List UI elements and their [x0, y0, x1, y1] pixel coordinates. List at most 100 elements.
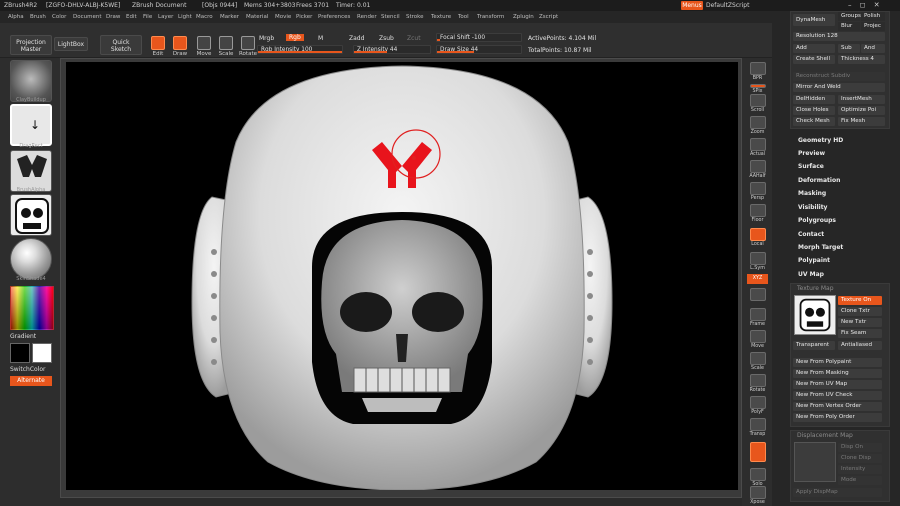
menu-color[interactable]: Color: [52, 11, 66, 23]
blur-button[interactable]: Blur: [838, 22, 860, 31]
zcut-button[interactable]: Zcut: [407, 35, 421, 42]
displacement-map-thumbnail[interactable]: [794, 442, 836, 482]
new-from-vertex-order-button[interactable]: New From Vertex Order: [793, 402, 882, 411]
document-canvas[interactable]: [66, 62, 738, 490]
menu-document[interactable]: Document: [73, 11, 102, 23]
scroll-button[interactable]: Scroll: [747, 94, 768, 116]
clone-disp-button[interactable]: Clone Disp: [838, 454, 882, 463]
menu-marker[interactable]: Marker: [220, 11, 239, 23]
lightbox-button[interactable]: LightBox: [54, 37, 88, 51]
xyz-button[interactable]: XYZ: [747, 274, 768, 284]
brush-thumbnail[interactable]: [10, 60, 52, 102]
clone-txtr-button[interactable]: Clone Txtr: [838, 307, 882, 316]
new-from-uv-map-button[interactable]: New From UV Map: [793, 380, 882, 389]
delhidden-button[interactable]: DelHidden: [793, 95, 835, 104]
menu-file[interactable]: File: [143, 11, 152, 23]
insertmesh-button[interactable]: InsertMesh: [838, 95, 885, 104]
polish-button[interactable]: Polish: [861, 12, 885, 21]
resolution-slider[interactable]: Resolution 128: [793, 32, 885, 41]
intensity-slider[interactable]: Intensity: [838, 465, 882, 474]
frame-button[interactable]: Frame: [747, 308, 768, 330]
menu-brush[interactable]: Brush: [30, 11, 46, 23]
rgb-button[interactable]: Rgb: [286, 34, 304, 41]
section-surface[interactable]: Surface: [798, 163, 824, 170]
menu-material[interactable]: Material: [246, 11, 268, 23]
antialiased-button[interactable]: Antialiased: [838, 341, 882, 350]
zsub-button[interactable]: Zsub: [379, 35, 394, 42]
rotation-axis-button[interactable]: [747, 288, 768, 302]
disp-on-button[interactable]: Disp On: [838, 443, 882, 452]
section-geometry-hd[interactable]: Geometry HD: [798, 137, 843, 144]
draw-size-slider[interactable]: Draw Size 44: [436, 45, 522, 54]
lsym-button[interactable]: L.Sym: [747, 252, 768, 274]
rotate-view-button[interactable]: Rotate: [747, 374, 768, 396]
persp-button[interactable]: Persp: [747, 182, 768, 204]
switch-color-button[interactable]: SwitchColor: [10, 366, 46, 373]
mrgb-button[interactable]: Mrgb: [259, 35, 274, 42]
new-from-poly-order-button[interactable]: New From Poly Order: [793, 413, 882, 422]
rgb-intensity-slider[interactable]: Rgb Intensity 100: [257, 45, 343, 54]
aahalf-button[interactable]: AAHalf: [747, 160, 768, 182]
menu-texture[interactable]: Texture: [431, 11, 451, 23]
section-polypaint[interactable]: Polypaint: [798, 257, 830, 264]
close-holes-button[interactable]: Close Holes: [793, 106, 835, 115]
focal-shift-slider[interactable]: Focal Shift -100: [436, 33, 522, 42]
menu-layer[interactable]: Layer: [158, 11, 173, 23]
projection-master-button[interactable]: Projection Master: [10, 35, 52, 55]
polyf-button[interactable]: PolyF: [747, 396, 768, 418]
menu-zscript[interactable]: Zscript: [539, 11, 558, 23]
ghost-button[interactable]: [747, 442, 768, 464]
default-zscript[interactable]: DefaultZScript: [706, 0, 749, 11]
section-preview[interactable]: Preview: [798, 150, 825, 157]
canvas-bottom-bar[interactable]: [60, 498, 742, 506]
optimize-points-button[interactable]: Optimize Poi: [838, 106, 885, 115]
dynamesh-button[interactable]: DynaMesh: [793, 14, 835, 26]
menu-edit[interactable]: Edit: [126, 11, 137, 23]
mode-slider[interactable]: Mode: [838, 476, 882, 485]
and-button[interactable]: And: [861, 44, 885, 53]
menu-render[interactable]: Render: [357, 11, 377, 23]
check-mesh-button[interactable]: Check Mesh: [793, 117, 835, 126]
thickness-slider[interactable]: Thickness 4: [838, 55, 885, 64]
actual-button[interactable]: Actual: [747, 138, 768, 160]
fix-seam-button[interactable]: Fix Seam: [838, 329, 882, 338]
menu-zplugin[interactable]: Zplugin: [513, 11, 534, 23]
section-uv-map[interactable]: UV Map: [798, 271, 824, 278]
main-color-swatch[interactable]: [10, 343, 30, 363]
alpha-thumbnail[interactable]: [10, 150, 52, 192]
new-from-polypaint-button[interactable]: New From Polypaint: [793, 358, 882, 367]
m-button[interactable]: M: [318, 35, 323, 42]
section-contact[interactable]: Contact: [798, 231, 824, 238]
move-view-button[interactable]: Move: [747, 330, 768, 352]
project-button[interactable]: Projec: [861, 22, 885, 31]
menu-transform[interactable]: Transform: [477, 11, 504, 23]
menu-macro[interactable]: Macro: [196, 11, 213, 23]
gradient-label[interactable]: Gradient: [10, 333, 36, 340]
zadd-button[interactable]: Zadd: [349, 35, 364, 42]
menu-picker[interactable]: Picker: [296, 11, 312, 23]
reconstruct-subdiv-button[interactable]: Reconstruct Subdiv: [793, 72, 885, 81]
window-controls-icon[interactable]: – ◻ ✕: [848, 0, 883, 11]
apply-dispmap-button[interactable]: Apply DispMap: [793, 488, 882, 497]
texture-thumbnail[interactable]: [10, 194, 52, 236]
section-morph-target[interactable]: Morph Target: [798, 244, 843, 251]
displacement-map-title[interactable]: Displacement Map: [797, 432, 853, 439]
section-deformation[interactable]: Deformation: [798, 177, 840, 184]
new-from-uv-check-button[interactable]: New From UV Check: [793, 391, 882, 400]
sub-button[interactable]: Sub: [838, 44, 860, 53]
transp-button[interactable]: Transp: [747, 418, 768, 440]
local-button[interactable]: Local: [747, 228, 768, 250]
menu-preferences[interactable]: Preferences: [318, 11, 350, 23]
zoom-button[interactable]: Zoom: [747, 116, 768, 138]
menu-stroke[interactable]: Stroke: [406, 11, 424, 23]
xpose-button[interactable]: Xpose: [747, 486, 768, 506]
create-shell-button[interactable]: Create Shell: [793, 55, 835, 64]
mirror-and-weld-button[interactable]: Mirror And Weld: [793, 83, 885, 92]
texture-map-thumbnail[interactable]: [794, 295, 836, 335]
transparent-button[interactable]: Transparent: [793, 341, 835, 350]
stroke-thumbnail[interactable]: ↓: [10, 104, 52, 146]
texture-on-button[interactable]: Texture On: [838, 296, 882, 305]
menu-movie[interactable]: Movie: [275, 11, 291, 23]
groups-button[interactable]: Groups: [838, 12, 861, 21]
secondary-color-swatch[interactable]: [32, 343, 52, 363]
